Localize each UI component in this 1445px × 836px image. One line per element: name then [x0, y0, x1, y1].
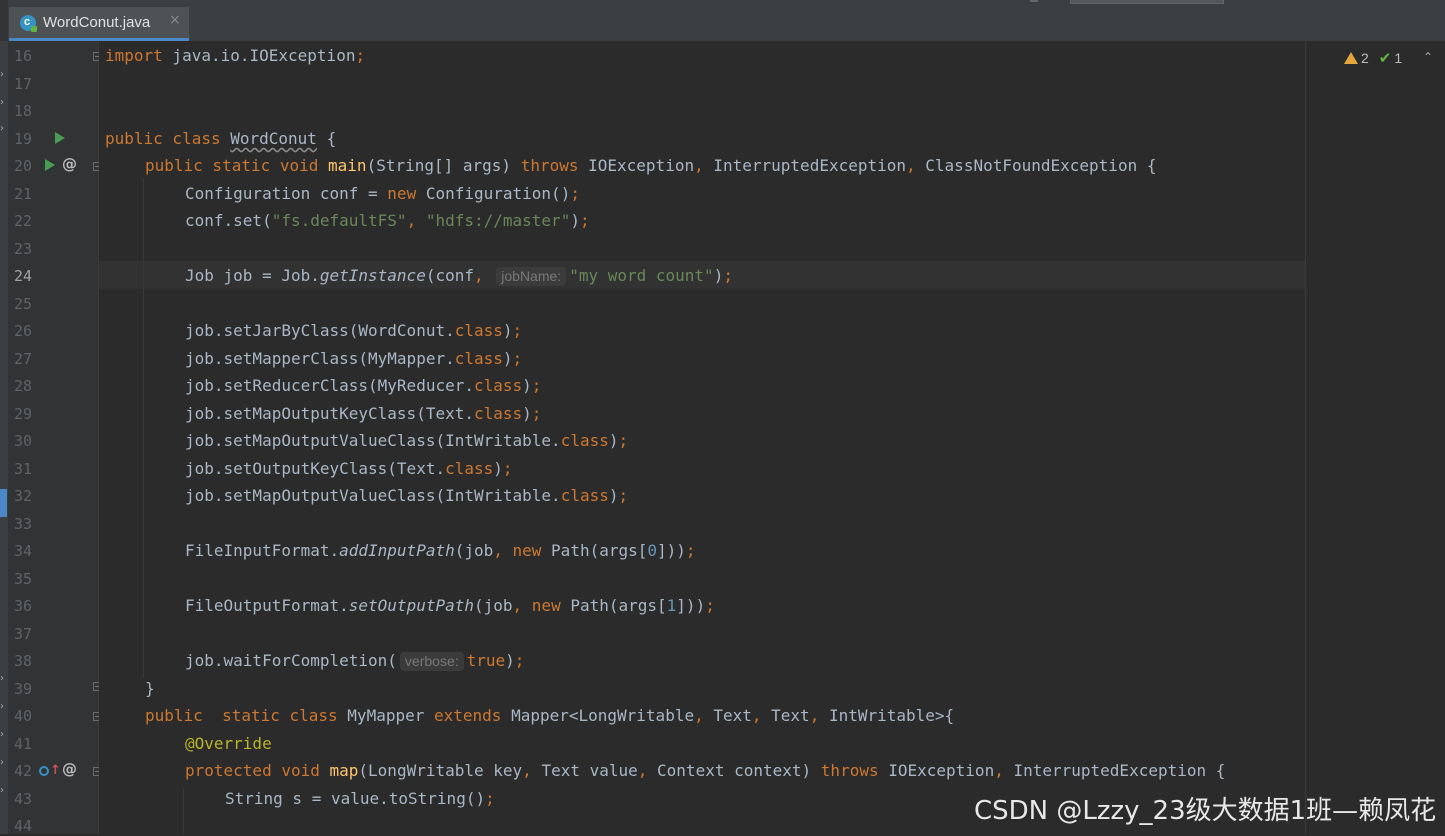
code-line-28: job.setReducerClass(MyReducer.class);: [185, 376, 542, 395]
code-line-20: public static void main(String[] args) t…: [145, 156, 1157, 175]
parameter-hint: jobName:: [496, 267, 567, 286]
line-number: 19: [14, 130, 33, 148]
tool-window-mark: ›: [0, 701, 4, 712]
line-number: 40: [14, 707, 33, 725]
tool-window-mark: ›: [0, 785, 4, 796]
run-icon[interactable]: [55, 132, 65, 144]
code-line-30: job.setMapOutputValueClass(IntWritable.c…: [185, 431, 629, 450]
code-line-41: @Override: [185, 734, 272, 753]
line-number: 17: [14, 75, 33, 93]
line-number: 25: [14, 295, 33, 313]
editor-gutter[interactable]: 16 17 18 19 20 21 22 23 24 25 26 27 28 2…: [8, 41, 102, 835]
tool-window-mark: ›: [0, 123, 4, 134]
line-number: 16: [14, 47, 33, 65]
code-line-27: job.setMapperClass(MyMapper.class);: [185, 349, 523, 368]
tool-window-active-mark: [0, 489, 7, 517]
code-line-34: FileInputFormat.addInputPath(job, new Pa…: [185, 541, 696, 560]
tab-title: WordConut.java: [43, 14, 151, 31]
toolbar-separator: [1030, 0, 1038, 2]
weak-warning-icon: ✔: [1378, 49, 1392, 67]
left-tool-strip[interactable]: › › › › › › › ›: [0, 41, 8, 834]
line-number: 35: [14, 570, 33, 588]
code-line-21: Configuration conf = new Configuration()…: [185, 184, 580, 203]
tab-wordconut-java[interactable]: c WordConut.java ×: [9, 7, 189, 41]
code-line-40: public static class MyMapper extends Map…: [145, 706, 955, 725]
line-number: 30: [14, 432, 33, 450]
parameter-hint: verbose:: [399, 652, 464, 671]
code-line-32: job.setMapOutputValueClass(IntWritable.c…: [185, 486, 629, 505]
code-line-39: }: [145, 679, 155, 698]
tool-window-mark: ›: [0, 69, 4, 80]
line-number: 34: [14, 542, 33, 560]
line-number: 37: [14, 625, 33, 643]
line-number: 39: [14, 680, 33, 698]
watermark-text: CSDN @Lzzy_23级大数据1班—赖凤花: [974, 796, 1437, 826]
tool-window-mark: ›: [0, 729, 4, 740]
code-line-29: job.setMapOutputKeyClass(Text.class);: [185, 404, 542, 423]
code-line-16: import java.io.IOException;: [105, 46, 366, 65]
line-number: 29: [14, 405, 33, 423]
code-line-36: FileOutputFormat.setOutputPath(job, new …: [185, 596, 715, 615]
line-number: 33: [14, 515, 33, 533]
tool-window-mark: ›: [0, 97, 4, 108]
line-number: 41: [14, 735, 33, 753]
annotation-at-icon[interactable]: @: [62, 155, 77, 173]
arrow-up-icon: ↑: [50, 763, 61, 778]
chevron-up-icon[interactable]: ⌃: [1423, 50, 1433, 64]
warning-icon: [1344, 52, 1358, 64]
line-number: 43: [14, 790, 33, 808]
line-number: 31: [14, 460, 33, 478]
code-line-31: job.setOutputKeyClass(Text.class);: [185, 459, 513, 478]
tab-bar-edge: [0, 0, 8, 41]
code-line-22: conf.set("fs.defaultFS", "hdfs://master"…: [185, 211, 590, 230]
warning-count: 2: [1361, 50, 1369, 66]
implements-icon: [39, 766, 49, 776]
line-number: 32: [14, 487, 33, 505]
line-number: 27: [14, 350, 33, 368]
code-line-19: public class WordConut {: [105, 129, 337, 148]
line-number: 26: [14, 322, 33, 340]
line-number-current: 24: [14, 267, 33, 285]
line-number: 44: [14, 817, 33, 835]
toolbar-field-edge[interactable]: [1070, 0, 1224, 4]
code-line-38: job.waitForCompletion(verbose: true);: [185, 651, 525, 671]
line-number: 22: [14, 212, 33, 230]
line-number: 18: [14, 102, 33, 120]
line-number: 20: [14, 157, 33, 175]
code-line-43: String s = value.toString();: [225, 789, 495, 808]
line-number: 38: [14, 652, 33, 670]
run-icon[interactable]: [45, 159, 55, 171]
line-number: 23: [14, 240, 33, 258]
java-class-icon: c: [20, 15, 37, 32]
code-line-26: job.setJarByClass(WordConut.class);: [185, 321, 523, 340]
tool-window-mark: ›: [0, 757, 4, 768]
right-margin-area: [1305, 41, 1445, 834]
weak-warning-count: 1: [1394, 50, 1403, 66]
code-line-42: protected void map(LongWritable key, Tex…: [185, 761, 1226, 780]
line-number: 36: [14, 597, 33, 615]
editor-tab-bar: c WordConut.java ×: [0, 0, 1445, 42]
code-line-24: Job job = Job.getInstance(conf, jobName:…: [185, 266, 733, 286]
close-icon[interactable]: ×: [169, 12, 181, 28]
tool-window-mark: ›: [0, 673, 4, 684]
line-number: 28: [14, 377, 33, 395]
annotation-at-icon[interactable]: @: [62, 760, 77, 778]
line-number: 21: [14, 185, 33, 203]
code-lines[interactable]: import java.io.IOException; public class…: [99, 41, 1305, 834]
inspection-widget[interactable]: 2 ✔ 1: [1344, 49, 1402, 69]
